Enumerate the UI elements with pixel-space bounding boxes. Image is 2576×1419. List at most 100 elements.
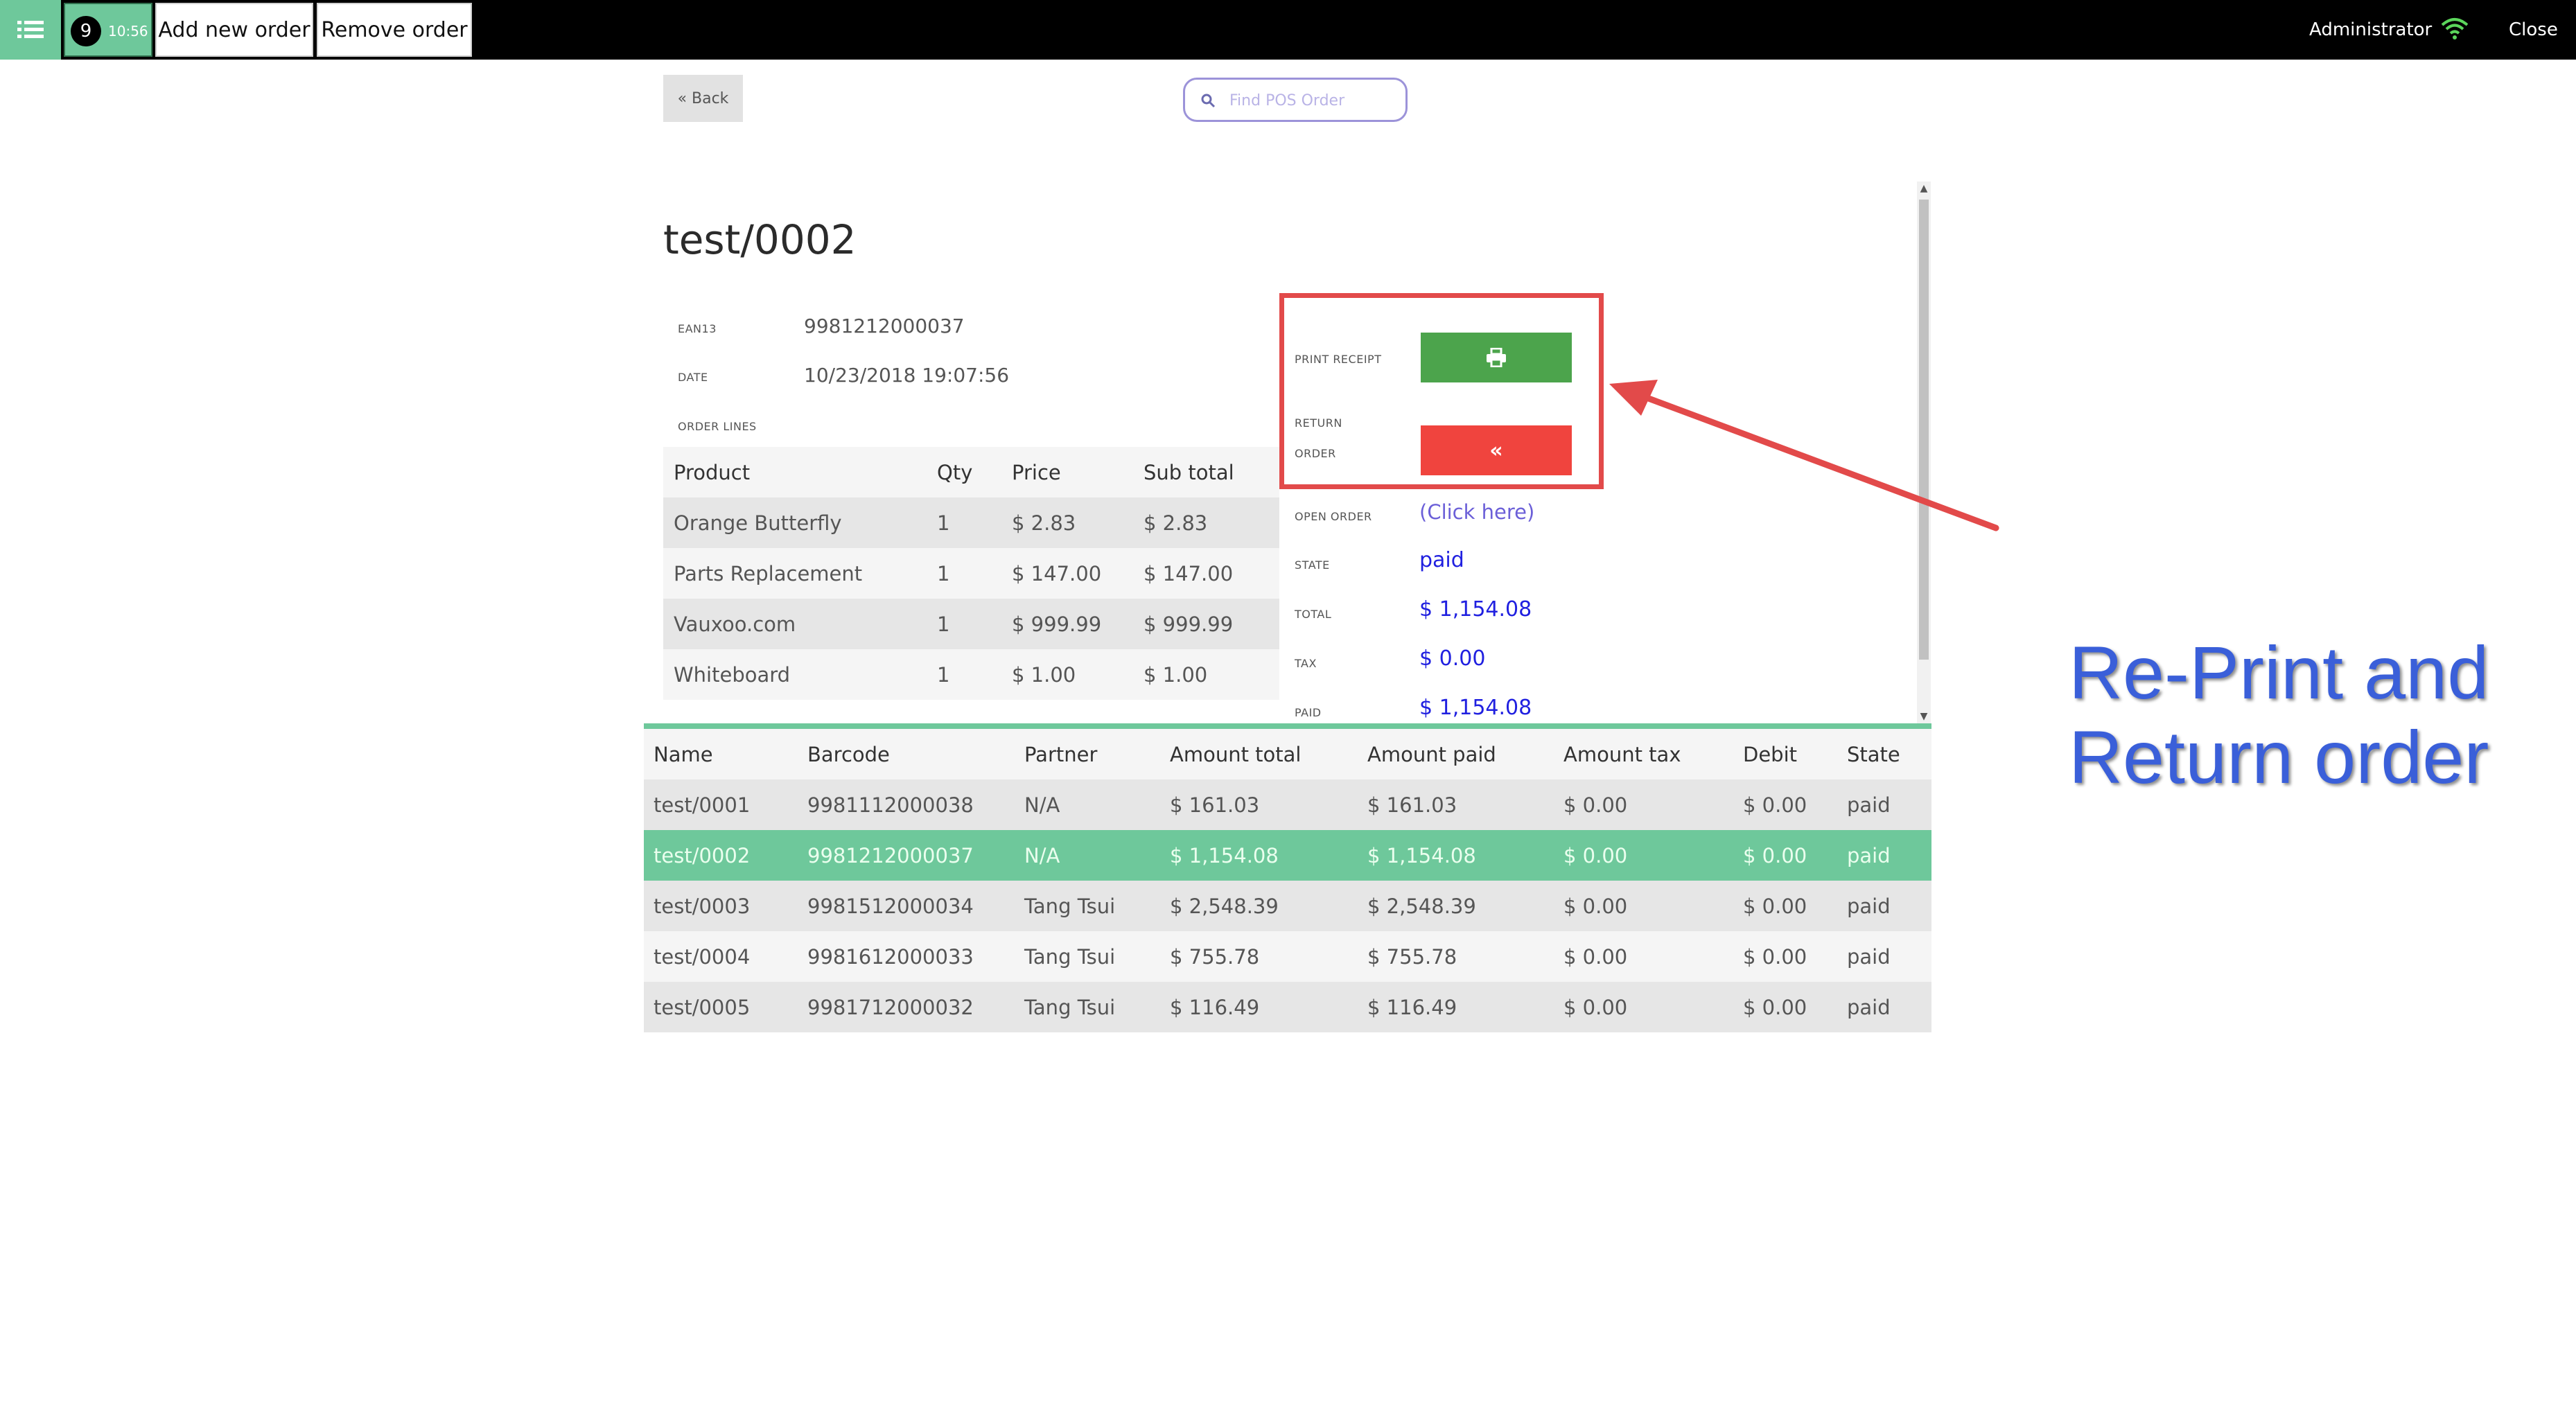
column-header: Qty xyxy=(927,447,1001,497)
open-order-label: OPEN ORDER xyxy=(1295,510,1372,523)
line-subtotal: $ 2.83 xyxy=(1133,497,1279,548)
scrollbar-thumb[interactable] xyxy=(1919,200,1929,660)
tax-value: $ 0.00 xyxy=(1419,646,1486,671)
column-header: Partner xyxy=(1015,729,1160,779)
list-icon xyxy=(17,21,44,38)
line-product: Parts Replacement xyxy=(663,548,927,599)
column-header: Debit xyxy=(1733,729,1837,779)
back-button[interactable]: « Back xyxy=(663,75,743,122)
column-header: Product xyxy=(663,447,927,497)
order-state: paid xyxy=(1837,881,1931,931)
line-price: $ 1.00 xyxy=(1001,649,1133,700)
order-row[interactable]: test/0003 9981512000034 Tang Tsui $ 2,54… xyxy=(644,881,1931,931)
order-partner: Tang Tsui xyxy=(1015,881,1160,931)
column-header: Amount total xyxy=(1160,729,1358,779)
add-new-order-button[interactable]: Add new order xyxy=(155,3,313,57)
order-debit: $ 0.00 xyxy=(1733,931,1837,982)
order-amount-tax: $ 0.00 xyxy=(1554,931,1733,982)
order-partner: Tang Tsui xyxy=(1015,982,1160,1032)
order-state: paid xyxy=(1837,931,1931,982)
paid-value: $ 1,154.08 xyxy=(1419,696,1532,720)
menu-button[interactable] xyxy=(0,0,61,60)
date-label: DATE xyxy=(678,371,708,384)
paid-label: PAID xyxy=(1295,706,1322,719)
order-name: test/0002 xyxy=(644,830,798,881)
order-state: paid xyxy=(1837,779,1931,830)
line-product: Vauxoo.com xyxy=(663,599,927,649)
order-lines-label: ORDER LINES xyxy=(678,420,757,433)
annotation-text: Re-Print and Return order xyxy=(2069,631,2489,800)
search-icon xyxy=(1201,94,1216,108)
order-line-row: Vauxoo.com 1 $ 999.99 $ 999.99 xyxy=(663,599,1279,649)
date-value: 10/23/2018 19:07:56 xyxy=(804,364,1010,387)
order-name: test/0003 xyxy=(644,881,798,931)
scroll-down-icon[interactable]: ▼ xyxy=(1917,710,1931,723)
order-amount-paid: $ 161.03 xyxy=(1358,779,1554,830)
order-row[interactable]: test/0001 9981112000038 N/A $ 161.03 $ 1… xyxy=(644,779,1931,830)
order-row[interactable]: test/0005 9981712000032 Tang Tsui $ 116.… xyxy=(644,982,1931,1032)
line-subtotal: $ 999.99 xyxy=(1133,599,1279,649)
list-separator xyxy=(644,723,1931,729)
orders-table: Name Barcode Partner Amount total Amount… xyxy=(644,729,1931,1032)
column-header: Amount paid xyxy=(1358,729,1554,779)
close-button[interactable]: Close xyxy=(2509,19,2558,40)
order-barcode: 9981112000038 xyxy=(798,779,1015,830)
order-name: test/0004 xyxy=(644,931,798,982)
annotation-line2: Return order xyxy=(2069,715,2489,799)
total-label: TOTAL xyxy=(1295,608,1332,621)
scroll-up-icon[interactable]: ▲ xyxy=(1917,182,1931,195)
line-qty: 1 xyxy=(927,599,1001,649)
annotation-line1: Re-Print and xyxy=(2069,631,2489,714)
order-amount-total: $ 116.49 xyxy=(1160,982,1358,1032)
remove-order-button[interactable]: Remove order xyxy=(317,3,472,57)
order-row-selected[interactable]: test/0002 9981212000037 N/A $ 1,154.08 $… xyxy=(644,830,1931,881)
open-order-link[interactable]: (Click here) xyxy=(1419,500,1534,524)
order-state: paid xyxy=(1837,830,1931,881)
ean-value: 9981212000037 xyxy=(804,315,965,337)
top-bar: 9 10:56 Add new order Remove order Admin… xyxy=(0,0,2576,60)
order-amount-tax: $ 0.00 xyxy=(1554,982,1733,1032)
user-name[interactable]: Administrator xyxy=(2309,19,2432,40)
column-header: Amount tax xyxy=(1554,729,1733,779)
order-row[interactable]: test/0004 9981612000033 Tang Tsui $ 755.… xyxy=(644,931,1931,982)
detail-scrollbar[interactable]: ▲ ▼ xyxy=(1917,182,1931,723)
tax-label: TAX xyxy=(1295,657,1317,670)
order-number-badge: 9 xyxy=(71,16,101,46)
line-price: $ 147.00 xyxy=(1001,548,1133,599)
order-state: paid xyxy=(1837,982,1931,1032)
order-title: test/0002 xyxy=(663,216,857,263)
order-lines-header: Product Qty Price Sub total xyxy=(663,447,1279,497)
order-partner: N/A xyxy=(1015,830,1160,881)
line-qty: 1 xyxy=(927,548,1001,599)
column-header: Price xyxy=(1001,447,1133,497)
order-partner: Tang Tsui xyxy=(1015,931,1160,982)
state-label: STATE xyxy=(1295,558,1330,572)
order-amount-paid: $ 1,154.08 xyxy=(1358,830,1554,881)
order-debit: $ 0.00 xyxy=(1733,779,1837,830)
order-debit: $ 0.00 xyxy=(1733,830,1837,881)
line-qty: 1 xyxy=(927,649,1001,700)
order-barcode: 9981212000037 xyxy=(798,830,1015,881)
column-header: Sub total xyxy=(1133,447,1279,497)
order-partner: N/A xyxy=(1015,779,1160,830)
search-box[interactable] xyxy=(1183,78,1408,122)
order-amount-tax: $ 0.00 xyxy=(1554,779,1733,830)
line-product: Whiteboard xyxy=(663,649,927,700)
order-line-row: Whiteboard 1 $ 1.00 $ 1.00 xyxy=(663,649,1279,700)
line-price: $ 2.83 xyxy=(1001,497,1133,548)
order-amount-total: $ 755.78 xyxy=(1160,931,1358,982)
order-line-row: Orange Butterfly 1 $ 2.83 $ 2.83 xyxy=(663,497,1279,548)
column-header: Name xyxy=(644,729,798,779)
line-product: Orange Butterfly xyxy=(663,497,927,548)
total-value: $ 1,154.08 xyxy=(1419,597,1532,622)
order-amount-paid: $ 2,548.39 xyxy=(1358,881,1554,931)
ean-label: EAN13 xyxy=(678,322,717,335)
search-input[interactable] xyxy=(1229,88,1396,113)
order-amount-total: $ 2,548.39 xyxy=(1160,881,1358,931)
order-tab[interactable]: 9 10:56 xyxy=(64,3,152,57)
order-amount-paid: $ 755.78 xyxy=(1358,931,1554,982)
order-amount-total: $ 161.03 xyxy=(1160,779,1358,830)
order-amount-tax: $ 0.00 xyxy=(1554,830,1733,881)
highlight-box xyxy=(1279,293,1604,489)
wifi-icon xyxy=(2441,18,2469,39)
